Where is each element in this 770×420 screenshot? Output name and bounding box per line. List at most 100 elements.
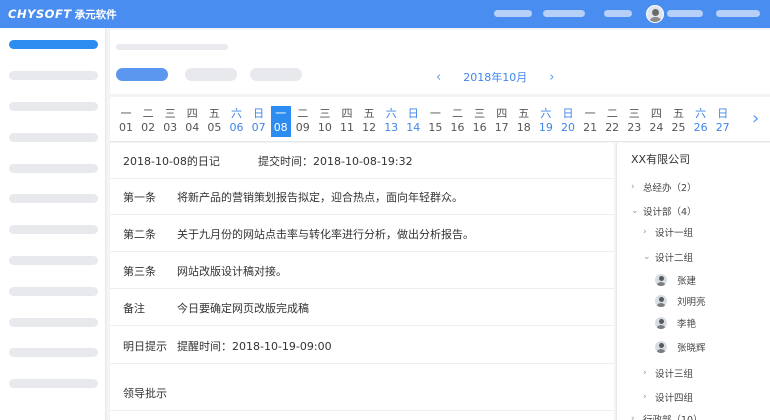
calendar-date: 26 <box>693 121 708 134</box>
calendar-date: 04 <box>185 121 200 134</box>
tree-node-group[interactable]: › 设计四组 <box>643 390 693 404</box>
user-name-placeholder[interactable] <box>667 10 703 17</box>
calendar-weekday: 四 <box>650 107 662 120</box>
person-avatar-icon <box>655 317 667 329</box>
sidebar-item-5[interactable] <box>9 164 98 173</box>
sidebar-item-3[interactable] <box>9 102 98 111</box>
sidebar-item-11[interactable] <box>9 348 98 357</box>
tree-node-dept[interactable]: › 总经办（2） <box>631 180 697 194</box>
sidebar-item-2[interactable] <box>9 71 98 80</box>
calendar-day-4[interactable]: 四 04 <box>182 107 202 137</box>
calendar-date: 06 <box>229 121 244 134</box>
tab-1[interactable] <box>116 68 168 81</box>
calendar-day-25[interactable]: 四 24 <box>646 107 666 137</box>
sidebar-item-10[interactable] <box>9 318 98 327</box>
calendar-day-17[interactable]: 三 16 <box>470 107 490 137</box>
sidebar-item-1[interactable] <box>9 40 98 49</box>
calendar-weekday: 一 <box>429 107 441 120</box>
tree-node-group[interactable]: › 设计三组 <box>643 366 693 380</box>
calendar-day-22[interactable]: 一 21 <box>580 107 600 137</box>
diary-row-label: 第一条 <box>123 190 156 204</box>
app-logo[interactable]: CHYSOFT 承元软件 <box>8 6 117 22</box>
diary-row-leader-comment[interactable]: 领导批示 <box>110 375 614 411</box>
calendar-date: 10 <box>317 121 332 134</box>
calendar-day-27[interactable]: 六 26 <box>691 107 711 137</box>
calendar-day-19[interactable]: 五 18 <box>514 107 534 137</box>
person-avatar-icon <box>655 341 667 353</box>
chevron-right-icon: › <box>643 227 647 237</box>
calendar-day-21[interactable]: 日 20 <box>558 107 578 137</box>
calendar-day-5[interactable]: 五 05 <box>204 107 224 137</box>
calendar-day-12[interactable]: 五 12 <box>359 107 379 137</box>
calendar-day-16[interactable]: 二 16 <box>448 107 468 137</box>
calendar-day-11[interactable]: 四 11 <box>337 107 357 137</box>
calendar-date: 27 <box>715 121 730 134</box>
tree-node-person[interactable]: 刘明亮 <box>655 294 706 308</box>
top-nav-item-4[interactable] <box>716 10 760 17</box>
calendar-weekday: 日 <box>562 107 574 120</box>
calendar-day-14[interactable]: 日 14 <box>403 107 423 137</box>
calendar-day-9[interactable]: 二 09 <box>293 107 313 137</box>
sidebar-item-6[interactable] <box>9 194 98 203</box>
tree-node-person[interactable]: 张建 <box>655 273 696 287</box>
org-tree: XX有限公司 › 总经办（2） ⌄ 设计部（4） › 设计一组 ⌄ 设计二组 张… <box>616 143 770 420</box>
calendar-day-2[interactable]: 二 02 <box>138 107 158 137</box>
calendar-weekday: 五 <box>673 107 684 120</box>
chevron-left-icon[interactable]: ‹ <box>436 71 441 84</box>
calendar-day-13[interactable]: 六 13 <box>381 107 401 137</box>
tree-node-label: 设计三组 <box>655 369 694 380</box>
tree-node-person[interactable]: 李艳 <box>655 316 696 330</box>
calendar-day-7[interactable]: 日 07 <box>249 107 269 137</box>
tree-node-label: 总经办（2） <box>643 183 697 194</box>
calendar-day-15[interactable]: 一 15 <box>425 107 445 137</box>
user-avatar[interactable] <box>646 5 664 23</box>
calendar-weekday: 二 <box>606 107 618 120</box>
calendar-day-28[interactable]: 日 27 <box>713 107 733 137</box>
tree-node-dept[interactable]: ⌄ 设计部（4） <box>631 204 697 218</box>
chevron-down-icon: ⌄ <box>631 206 639 216</box>
tab-3[interactable] <box>250 68 302 81</box>
calendar-day-26[interactable]: 五 25 <box>669 107 689 137</box>
tree-node-label: 设计一组 <box>655 228 694 239</box>
calendar-next-chevron-icon[interactable]: › <box>752 108 759 129</box>
diary-row-remark: 备注 今日要确定网页改版完成稿 <box>110 290 614 326</box>
diary-row-label: 明日提示 <box>123 339 167 353</box>
calendar-day-6[interactable]: 六 06 <box>227 107 247 137</box>
calendar-day-18[interactable]: 四 17 <box>492 107 512 137</box>
sidebar-item-9[interactable] <box>9 287 98 296</box>
sidebar-item-4[interactable] <box>9 133 98 142</box>
calendar-date: 17 <box>494 121 509 134</box>
calendar-weekday: 一 <box>584 107 596 120</box>
org-tree-title: XX有限公司 <box>631 153 691 166</box>
calendar-date: 18 <box>516 121 531 134</box>
breadcrumb-placeholder <box>116 44 228 50</box>
calendar-day-24[interactable]: 三 23 <box>624 107 644 137</box>
tree-node-group[interactable]: › 设计一组 <box>643 225 693 239</box>
tree-node-label: 张晓辉 <box>677 343 706 354</box>
calendar-weekday: 六 <box>540 107 552 120</box>
tree-node-person[interactable]: 张晓辉 <box>655 340 706 354</box>
tab-2[interactable] <box>185 68 237 81</box>
chevron-right-icon: › <box>643 392 647 402</box>
calendar-date: 16 <box>450 121 465 134</box>
calendar-day-3[interactable]: 三 03 <box>160 107 180 137</box>
calendar-day-8[interactable]: 一 08 <box>270 106 291 137</box>
tree-node-group[interactable]: ⌄ 设计二组 <box>643 250 693 264</box>
calendar-day-20[interactable]: 六 19 <box>536 107 556 137</box>
calendar-date: 01 <box>119 121 133 134</box>
tree-node-label: 设计二组 <box>655 253 694 264</box>
top-nav-item-1[interactable] <box>494 10 532 17</box>
calendar-date: 21 <box>583 121 598 134</box>
calendar-date: 09 <box>295 121 310 134</box>
diary-submit-time: 提交时间：2018-10-08-19:32 <box>258 154 413 168</box>
calendar-day-1[interactable]: 一 01 <box>116 107 136 137</box>
calendar-day-23[interactable]: 二 22 <box>602 107 622 137</box>
calendar-day-10[interactable]: 三 10 <box>315 107 335 137</box>
sidebar-item-12[interactable] <box>9 379 98 388</box>
chevron-right-icon[interactable]: › <box>549 71 554 84</box>
tree-node-dept[interactable]: › 行政部（10） <box>631 412 703 420</box>
sidebar-item-8[interactable] <box>9 256 98 265</box>
top-nav-item-3[interactable] <box>604 10 632 17</box>
sidebar-item-7[interactable] <box>9 225 98 234</box>
top-nav-item-2[interactable] <box>543 10 585 17</box>
